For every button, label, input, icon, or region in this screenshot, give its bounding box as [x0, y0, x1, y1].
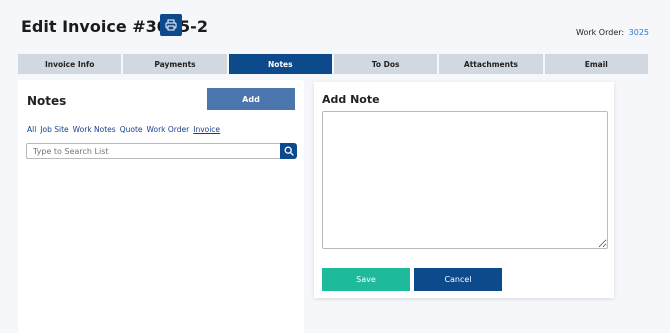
tab-email[interactable]: Email	[544, 54, 648, 74]
filter-quote[interactable]: Quote	[120, 125, 143, 134]
note-textarea[interactable]	[322, 111, 608, 249]
notes-title: Notes	[27, 94, 67, 108]
filter-job-site[interactable]: Job Site	[40, 125, 68, 134]
search-bar	[26, 143, 297, 159]
work-order-label: Work Order:	[576, 28, 625, 37]
save-button[interactable]: Save	[322, 268, 410, 291]
notes-panel: Notes Add All Job Site Work Notes Quote …	[18, 80, 304, 333]
tab-notes[interactable]: Notes	[228, 54, 332, 74]
cancel-button[interactable]: Cancel	[414, 268, 502, 291]
add-note-title: Add Note	[322, 93, 380, 106]
filter-all[interactable]: All	[27, 125, 36, 134]
filter-invoice[interactable]: Invoice	[193, 125, 220, 134]
note-filters: All Job Site Work Notes Quote Work Order…	[27, 125, 220, 134]
tab-invoice-info[interactable]: Invoice Info	[18, 54, 122, 74]
printer-icon	[165, 19, 177, 31]
add-note-panel: Add Note Save Cancel	[314, 82, 614, 298]
work-order-link[interactable]: 3025	[629, 28, 649, 37]
search-icon	[284, 146, 294, 156]
work-order-info: Work Order: 3025	[576, 28, 649, 37]
search-input[interactable]	[26, 143, 280, 159]
filter-work-notes[interactable]: Work Notes	[73, 125, 116, 134]
tab-payments[interactable]: Payments	[123, 54, 227, 74]
print-button[interactable]	[160, 14, 182, 36]
add-note-button[interactable]: Add	[207, 88, 295, 110]
filter-work-order[interactable]: Work Order	[147, 125, 190, 134]
tab-to-dos[interactable]: To Dos	[333, 54, 438, 74]
tab-bar: Invoice Info Payments Notes To Dos Attac…	[18, 54, 648, 74]
search-button[interactable]	[280, 143, 297, 159]
tab-attachments[interactable]: Attachments	[439, 54, 543, 74]
